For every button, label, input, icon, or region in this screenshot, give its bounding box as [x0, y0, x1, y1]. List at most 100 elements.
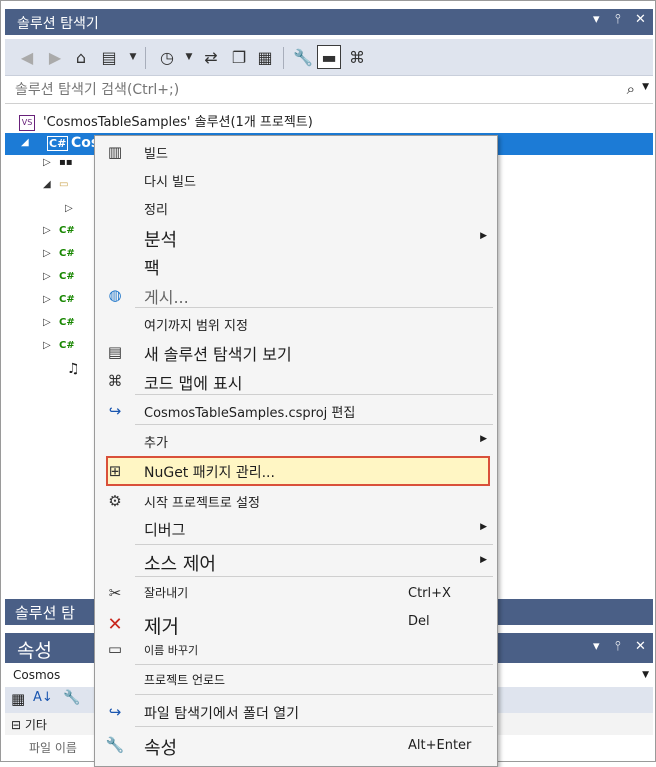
menu-separator — [135, 394, 493, 395]
folder-icon: ▭ — [59, 179, 69, 190]
close-icon[interactable]: ✕ — [635, 12, 646, 27]
gear-icon: ⚙ — [108, 492, 122, 510]
chevron-down-icon[interactable]: ▼ — [642, 82, 649, 92]
menu-item-show-code-map[interactable]: ⌘ 코드 맵에 표시 — [95, 368, 497, 394]
submenu-arrow-icon: ▶ — [480, 555, 487, 565]
pending-changes-icon[interactable]: ◷ — [155, 45, 179, 69]
menu-item-cut[interactable]: ✂ 잘라내기 Ctrl+X — [95, 580, 497, 606]
csharp-file-icon: C# — [59, 248, 75, 259]
csharp-file-icon: C# — [59, 294, 75, 305]
collapse-all-icon[interactable]: ❐ — [227, 45, 251, 69]
menu-item-open-in-file-explorer[interactable]: ↪ 파일 탐색기에서 폴더 열기 — [95, 699, 497, 725]
pin-icon[interactable]: ⫯ — [615, 12, 621, 27]
toolbar-separator — [283, 47, 284, 69]
tree-node[interactable]: ▷ C# — [43, 225, 75, 236]
menu-item-manage-nuget[interactable]: ⊞ NuGet 패키지 관리... — [95, 458, 497, 484]
chevron-down-icon[interactable]: ▼ — [121, 45, 145, 69]
expand-arrow-icon[interactable]: ▷ — [43, 317, 59, 328]
properties-title: 속성 — [17, 640, 52, 662]
context-menu: ▥ 빌드 다시 빌드 정리 분석 ▶ 팩 ◍ 게시... 여기까지 범위 지정 … — [94, 135, 498, 767]
chevron-down-icon[interactable]: ▼ — [642, 670, 649, 680]
tree-node[interactable]: ▷ C# — [43, 294, 75, 305]
dropdown-icon[interactable]: ▾ — [593, 639, 600, 654]
wrench-icon: 🔧 — [105, 736, 125, 754]
menu-separator — [135, 307, 493, 308]
expand-arrow-icon[interactable]: ▷ — [43, 248, 59, 259]
tree-node[interactable]: ▷ ▪▪ — [43, 157, 73, 168]
submenu-arrow-icon: ▶ — [480, 231, 487, 241]
rename-icon: ▭ — [107, 640, 123, 658]
expand-arrow-icon[interactable]: ◢ — [21, 137, 29, 148]
menu-item-debug[interactable]: 디버그 ▶ — [95, 516, 497, 542]
menu-item-edit-project[interactable]: ↪ CosmosTableSamples.csproj 편집 — [95, 398, 497, 424]
menu-item-build[interactable]: ▥ 빌드 — [95, 139, 497, 165]
explorer-toolbar: ◀ ▶ ⌂ ▤ ▼ ◷ ▼ ⇄ ❐ ▦ 🔧 ▬ ⌘ — [5, 39, 653, 76]
tree-node[interactable]: ▷ C# — [43, 317, 75, 328]
menu-item-set-startup[interactable]: ⚙ 시작 프로젝트로 설정 — [95, 488, 497, 514]
dropdown-icon[interactable]: ▾ — [593, 12, 600, 27]
tree-node[interactable]: ▷ C# — [43, 340, 75, 351]
chevron-down-icon[interactable]: ▼ — [177, 45, 201, 69]
search-icon[interactable]: ⌕ — [627, 80, 635, 98]
solution-node[interactable]: VS 'CosmosTableSamples' 솔루션(1개 프로젝트) — [19, 111, 313, 131]
csharp-file-icon: C# — [59, 271, 75, 282]
edit-project-icon: ↪ — [108, 402, 122, 420]
config-file-icon: ♫ — [67, 361, 80, 377]
tree-node[interactable]: ▷ — [65, 203, 81, 214]
menu-item-scope-to-this[interactable]: 여기까지 범위 지정 — [95, 311, 497, 337]
search-box: ⌕ ▼ — [5, 77, 653, 104]
tree-node[interactable]: ◢ ▭ — [43, 179, 68, 190]
code-map-icon: ⌘ — [107, 372, 123, 390]
switch-views-icon[interactable]: ▤ — [97, 45, 121, 69]
dependencies-icon: ▪▪ — [59, 157, 73, 168]
sync-icon[interactable]: ⇄ — [199, 45, 223, 69]
menu-separator — [135, 694, 493, 695]
expand-arrow-icon[interactable]: ▷ — [43, 294, 59, 305]
expand-arrow-icon[interactable]: ▷ — [65, 203, 81, 214]
home-icon[interactable]: ⌂ — [69, 45, 93, 69]
new-view-icon: ▤ — [107, 343, 123, 361]
preview-icon[interactable]: ▬ — [317, 45, 341, 69]
expand-arrow-icon[interactable]: ▷ — [43, 225, 59, 236]
csharp-file-icon: C# — [59, 340, 75, 351]
menu-item-new-explorer-view[interactable]: ▤ 새 솔루션 탐색기 보기 — [95, 339, 497, 365]
menu-item-source-control[interactable]: 소스 제어 ▶ — [95, 549, 497, 575]
expand-arrow-icon[interactable]: ▷ — [43, 271, 59, 282]
open-folder-icon: ↪ — [108, 703, 122, 721]
tree-node[interactable]: ▷ C# — [43, 271, 75, 282]
property-name: 파일 이름 — [29, 741, 77, 755]
wrench-icon[interactable]: 🔧 — [291, 45, 315, 69]
menu-item-rename[interactable]: ▭ 이름 바꾸기 — [95, 636, 497, 662]
menu-item-remove[interactable]: ✕ 제거 Del — [95, 610, 497, 638]
close-icon[interactable]: ✕ — [635, 639, 646, 654]
pin-icon[interactable]: ⫯ — [615, 639, 621, 654]
solution-explorer-titlebar: 솔루션 탐색기 ▾ ⫯ ✕ — [5, 9, 653, 35]
back-icon[interactable]: ◀ — [15, 45, 39, 69]
tree-node[interactable]: ▷ C# — [43, 248, 75, 259]
menu-item-add[interactable]: 추가 ▶ — [95, 428, 497, 454]
search-input[interactable] — [13, 79, 617, 101]
forward-icon[interactable]: ▶ — [43, 45, 67, 69]
menu-item-clean[interactable]: 정리 — [95, 195, 497, 221]
alphabetical-icon[interactable]: A↓ — [33, 690, 53, 705]
menu-item-rebuild[interactable]: 다시 빌드 — [95, 167, 497, 193]
menu-separator — [135, 726, 493, 727]
properties-object: Cosmos — [13, 668, 61, 682]
collapse-arrow-icon[interactable]: ◢ — [43, 179, 59, 190]
category-label: ⊟ 기타 — [11, 718, 47, 732]
categorized-icon[interactable]: ▦ — [11, 690, 25, 708]
submenu-arrow-icon: ▶ — [480, 522, 487, 532]
menu-item-properties[interactable]: 🔧 속성 Alt+Enter — [95, 732, 497, 759]
menu-item-pack[interactable]: 팩 — [95, 253, 497, 279]
build-icon: ▥ — [107, 143, 123, 161]
tree-node[interactable]: ♫ — [67, 361, 80, 377]
menu-item-publish[interactable]: ◍ 게시... — [95, 282, 497, 308]
expand-arrow-icon[interactable]: ▷ — [43, 157, 59, 168]
code-map-icon[interactable]: ⌘ — [345, 45, 369, 69]
csharp-file-icon: C# — [59, 317, 75, 328]
wrench-icon[interactable]: 🔧 — [63, 690, 80, 706]
show-all-files-icon[interactable]: ▦ — [253, 45, 277, 69]
expand-arrow-icon[interactable]: ▷ — [43, 340, 59, 351]
menu-item-unload-project[interactable]: 프로젝트 언로드 — [95, 667, 497, 693]
menu-item-analyze[interactable]: 분석 ▶ — [95, 225, 497, 251]
